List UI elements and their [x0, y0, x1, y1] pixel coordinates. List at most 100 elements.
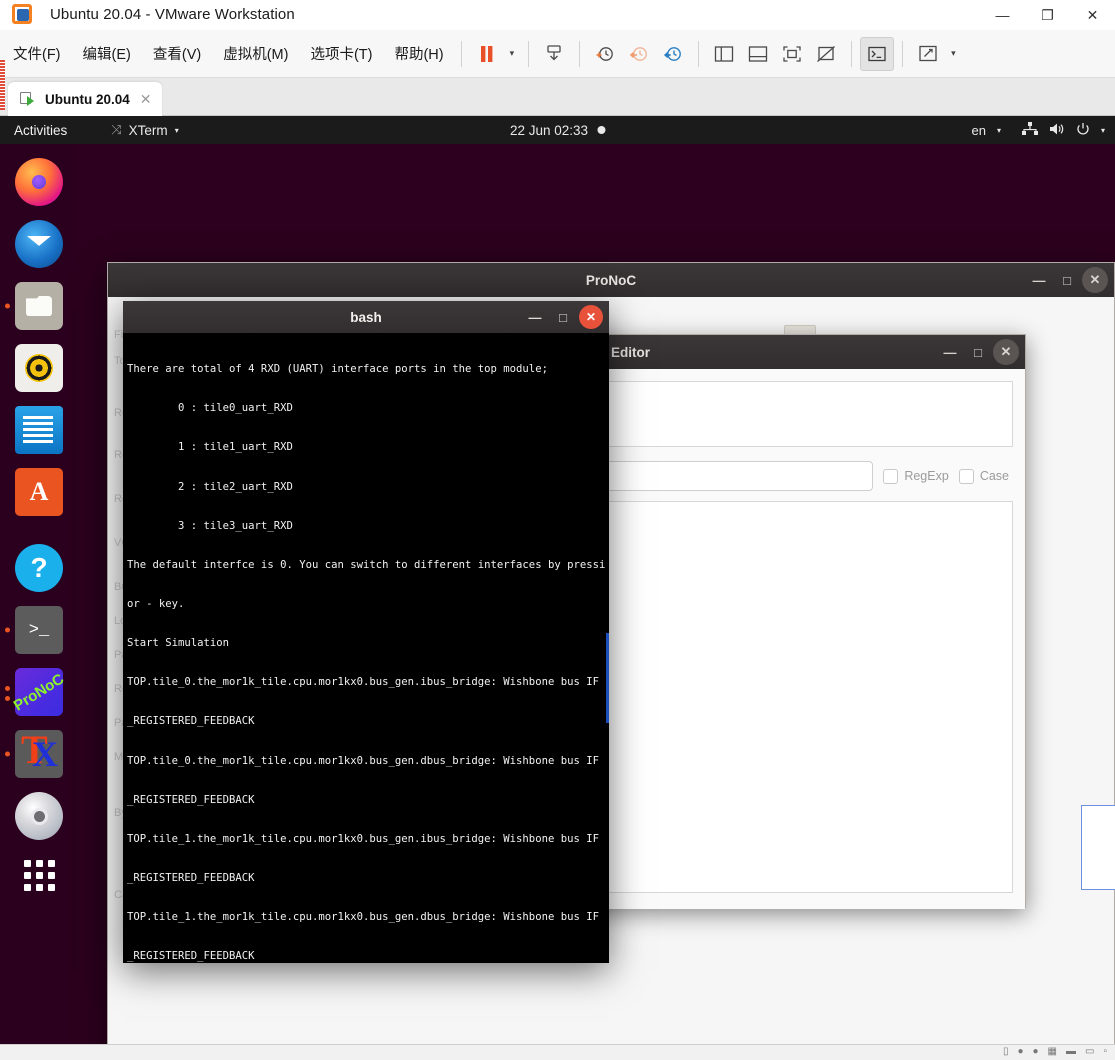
bash-terminal-window: bash — □ ✕ There are total of 4 RXD (UAR… [123, 301, 609, 963]
keyboard-caret-icon: ▾ [996, 125, 1001, 135]
dock-item-terminal[interactable] [5, 606, 63, 654]
terminal-line: _REGISTERED_FEEDBACK [127, 715, 255, 728]
dock-item-firefox[interactable] [15, 158, 63, 206]
checkbox-box [883, 468, 899, 484]
hard-disk-icon[interactable]: ▯ [1003, 1046, 1009, 1057]
pronoc-maximize-button[interactable]: □ [1054, 267, 1080, 293]
toolbar-divider [851, 40, 853, 67]
editor-maximize-button[interactable]: □ [965, 339, 991, 365]
editor-selection-block [1081, 805, 1115, 890]
regexp-checkbox[interactable]: RegExp [883, 468, 949, 484]
network-adapter-icon[interactable]: ▦ [1048, 1046, 1057, 1057]
menu-edit[interactable]: 编辑(E) [74, 39, 140, 68]
form-label-m: M [114, 751, 124, 763]
bash-titlebar: bash — □ ✕ [123, 301, 609, 333]
terminal-line: Start Simulation [127, 637, 230, 650]
view-dropdown-caret-icon[interactable]: ▾ [945, 48, 962, 59]
toolbar-divider [579, 40, 581, 67]
cd-drive-icon[interactable]: ● [1017, 1046, 1023, 1057]
activities-button[interactable]: Activities [14, 123, 67, 138]
terminal-line: TOP.tile_0.the_mor1k_tile.cpu.mor1kx0.bu… [127, 754, 609, 767]
dock-item-pronoc[interactable]: ProNoC [5, 668, 67, 716]
network-icon [1021, 121, 1038, 139]
recording-indicator-strip [0, 60, 5, 110]
dock-item-texmaker[interactable] [5, 726, 63, 778]
pronoc-titlebar: ProNoC — □ ✕ [108, 263, 1114, 297]
case-checkbox[interactable]: Case [958, 468, 1009, 484]
display-icon[interactable]: ▫ [1103, 1046, 1107, 1057]
terminal-line: 3 : tile3_uart_RXD [127, 519, 293, 532]
show-library-button[interactable] [707, 37, 741, 71]
dock-item-show-applications[interactable] [15, 860, 63, 908]
snapshot-take-button[interactable] [588, 37, 622, 71]
clock-label: 22 Jun 02:33 [509, 122, 589, 138]
terminal-line: TOP.tile_0.the_mor1k_tile.cpu.mor1kx0.bu… [127, 676, 609, 689]
bash-minimize-button[interactable]: — [523, 305, 547, 329]
dock-item-rhythmbox[interactable] [15, 344, 63, 392]
terminal-line: or - key. [127, 597, 185, 610]
terminal-line: _REGISTERED_FEEDBACK [127, 950, 255, 963]
vm-tab-close-icon[interactable]: ✕ [140, 91, 152, 108]
editor-minimize-button[interactable]: — [937, 339, 963, 365]
console-view-button[interactable] [860, 36, 895, 71]
menu-tabs[interactable]: 选项卡(T) [301, 39, 381, 68]
send-ctrl-alt-del-button[interactable] [537, 37, 571, 71]
printer-icon[interactable]: ▭ [1085, 1046, 1094, 1057]
floppy-icon[interactable]: ● [1033, 1046, 1039, 1057]
vmware-restore-button[interactable]: ❐ [1025, 0, 1070, 30]
vm-tab-icon [20, 91, 36, 107]
vmware-minimize-button[interactable]: — [980, 0, 1025, 30]
dock-item-help[interactable] [15, 544, 63, 592]
snapshot-revert-button[interactable] [622, 37, 656, 71]
status-menu-caret-icon: ▾ [1100, 125, 1105, 135]
dock-item-dvd[interactable] [15, 792, 63, 840]
vmware-menubar: 文件(F) 编辑(E) 查看(V) 虚拟机(M) 选项卡(T) 帮助(H) ▾ [0, 30, 1115, 78]
regexp-label: RegExp [904, 469, 949, 483]
stretch-view-button[interactable] [911, 37, 945, 71]
usb-icon[interactable]: ▬ [1066, 1046, 1076, 1057]
vmware-tabstrip: Ubuntu 20.04 ✕ [0, 78, 1115, 116]
suspend-button[interactable] [470, 37, 504, 71]
toolbar-divider [528, 40, 530, 67]
system-status-menu[interactable]: en ▾ ▾ [972, 121, 1105, 139]
unity-mode-button[interactable] [809, 37, 843, 71]
ubuntu-desktop: Activities ⤨ XTerm ▾ 22 Jun 02:33 en ▾ ▾… [0, 116, 1115, 1044]
terminal-line: _REGISTERED_FEEDBACK [127, 793, 255, 806]
toolbar-divider [902, 40, 904, 67]
pronoc-close-button[interactable]: ✕ [1082, 267, 1108, 293]
pronoc-window-title: ProNoC [585, 272, 637, 288]
bash-terminal-output[interactable]: There are total of 4 RXD (UART) interfac… [123, 333, 609, 963]
suspend-dropdown-caret-icon[interactable]: ▾ [504, 48, 521, 59]
dock-item-libreoffice-writer[interactable] [15, 406, 63, 454]
vmware-titlebar: Ubuntu 20.04 - VMware Workstation — ❐ ✕ [0, 0, 1115, 30]
terminal-line: The default interfce is 0. You can switc… [127, 558, 609, 571]
dock-item-files[interactable] [5, 282, 63, 330]
full-screen-button[interactable] [775, 37, 809, 71]
volume-icon [1049, 122, 1065, 139]
pronoc-minimize-button[interactable]: — [1026, 267, 1052, 293]
dock-item-thunderbird[interactable] [15, 220, 63, 268]
menu-view[interactable]: 查看(V) [144, 39, 210, 68]
editor-close-button[interactable]: ✕ [993, 339, 1019, 365]
bash-close-button[interactable]: ✕ [579, 305, 603, 329]
pronoc-window-controls: — □ ✕ [1026, 263, 1108, 297]
clock-menu[interactable]: 22 Jun 02:33 [509, 122, 606, 138]
menu-help[interactable]: 帮助(H) [385, 39, 452, 68]
vmware-window-title: Ubuntu 20.04 - VMware Workstation [50, 6, 295, 23]
bash-maximize-button[interactable]: □ [551, 305, 575, 329]
vmware-close-button[interactable]: ✕ [1070, 0, 1115, 30]
menu-file[interactable]: 文件(F) [4, 39, 70, 68]
chevron-down-icon: ▾ [174, 125, 179, 135]
dock-item-ubuntu-software[interactable] [15, 468, 63, 516]
show-thumbnail-bar-button[interactable] [741, 37, 775, 71]
vm-tab-ubuntu[interactable]: Ubuntu 20.04 ✕ [8, 82, 162, 116]
app-menu-xterm[interactable]: ⤨ XTerm ▾ [111, 122, 178, 138]
bash-window-title: bash [350, 309, 382, 325]
snapshot-manager-button[interactable] [656, 37, 690, 71]
ubuntu-dock: ProNoC [0, 144, 78, 1044]
terminal-scrollbar[interactable] [606, 333, 609, 963]
terminal-line: TOP.tile_1.the_mor1k_tile.cpu.mor1kx0.bu… [127, 911, 609, 924]
menu-vm[interactable]: 虚拟机(M) [214, 39, 297, 68]
toolbar-divider [460, 40, 462, 67]
vmware-window-controls: — ❐ ✕ [980, 0, 1115, 30]
